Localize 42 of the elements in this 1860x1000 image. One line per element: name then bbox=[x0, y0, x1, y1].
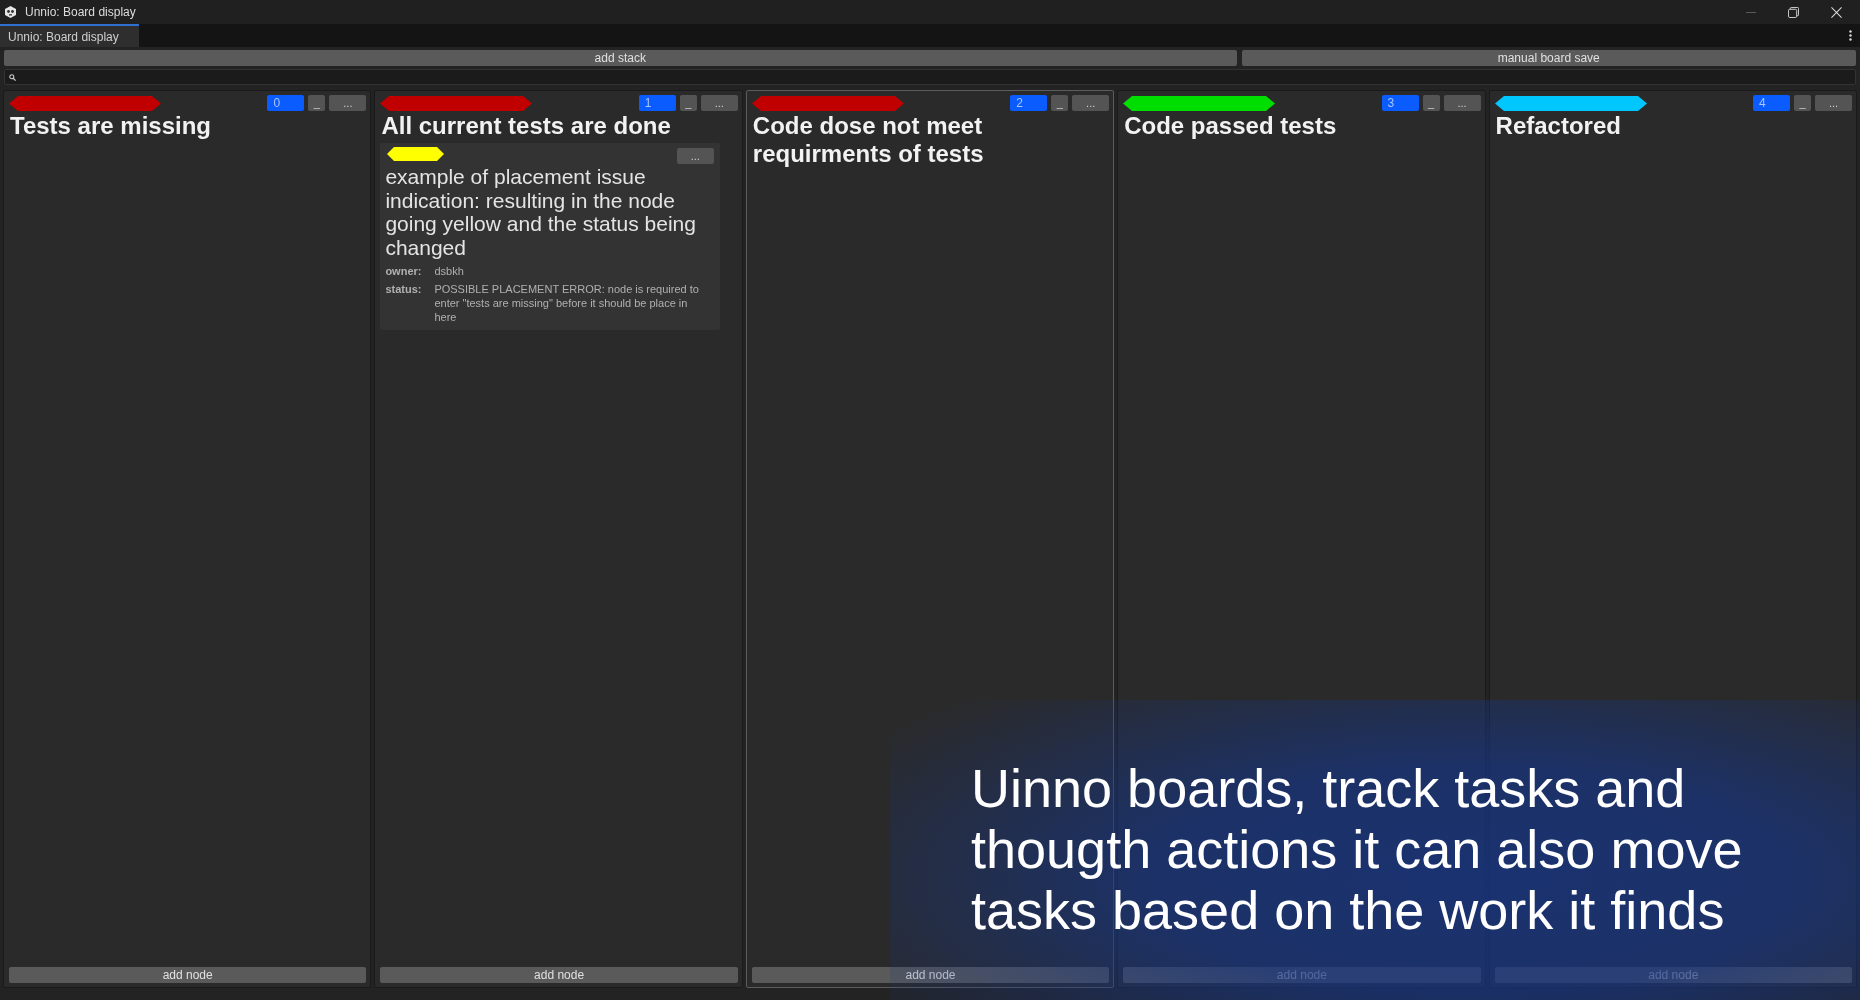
stack-menu-button[interactable]: ... bbox=[329, 95, 367, 111]
more-options-icon[interactable] bbox=[1849, 30, 1852, 41]
count-badge: 0 bbox=[267, 95, 305, 111]
toolbar-button[interactable]: manual board save bbox=[1241, 50, 1856, 66]
collapse-button[interactable]: _ bbox=[1422, 95, 1440, 111]
collapse-button[interactable]: _ bbox=[1051, 95, 1069, 111]
close-icon[interactable] bbox=[1831, 6, 1842, 18]
caption-text: Uinno boards, track tasks and thougth actions it can also move tasks based on the work it finds bbox=[971, 758, 1744, 941]
field-value: dsbkh bbox=[434, 263, 465, 278]
minimize-icon[interactable] bbox=[1746, 11, 1756, 13]
count-badge: 1 bbox=[638, 95, 676, 111]
add-node-button[interactable]: add node bbox=[380, 967, 738, 983]
stack-menu-button[interactable]: ... bbox=[1072, 95, 1110, 111]
stack-menu-button[interactable]: ... bbox=[1815, 95, 1852, 111]
count-badge: 2 bbox=[1010, 95, 1048, 111]
field-label: owner: bbox=[385, 263, 423, 278]
restore-icon[interactable] bbox=[1788, 6, 1799, 18]
stack-title: Refactored bbox=[1494, 112, 1622, 140]
stack-title: Code passed tests bbox=[1123, 112, 1338, 140]
collapse-button[interactable]: _ bbox=[308, 95, 326, 111]
collapse-button[interactable]: _ bbox=[1794, 95, 1811, 111]
window-title: Unnio: Board display bbox=[25, 5, 136, 19]
stack-title: Code dose not meet requirments of tests bbox=[751, 112, 985, 168]
node-text: example of placement issue indication: resulting in the node going yellow and the status being changed bbox=[385, 165, 697, 260]
stack-menu-button[interactable]: ... bbox=[1443, 95, 1481, 111]
search-field[interactable] bbox=[4, 69, 1856, 85]
app-logo-icon bbox=[5, 6, 16, 18]
count-badge: 4 bbox=[1753, 95, 1790, 111]
add-node-button[interactable]: add node bbox=[9, 967, 367, 983]
node-card[interactable] bbox=[380, 143, 720, 330]
node-menu-button[interactable]: ... bbox=[676, 148, 714, 164]
stack-title: Tests are missing bbox=[9, 112, 212, 140]
stack-menu-button[interactable]: ... bbox=[700, 95, 738, 111]
document-tab[interactable]: Unnio: Board display bbox=[0, 24, 139, 47]
count-badge: 3 bbox=[1381, 95, 1419, 111]
field-value: POSSIBLE PLACEMENT ERROR: node is required to enter "tests are missing" before it should be place in here bbox=[434, 281, 700, 324]
stack-title: All current tests are done bbox=[380, 112, 672, 140]
collapse-button[interactable]: _ bbox=[679, 95, 697, 111]
add-node-button[interactable]: add node bbox=[751, 967, 1110, 983]
toolbar-button[interactable]: add stack bbox=[4, 50, 1237, 66]
field-label: status: bbox=[385, 281, 423, 297]
search-icon bbox=[9, 73, 16, 81]
